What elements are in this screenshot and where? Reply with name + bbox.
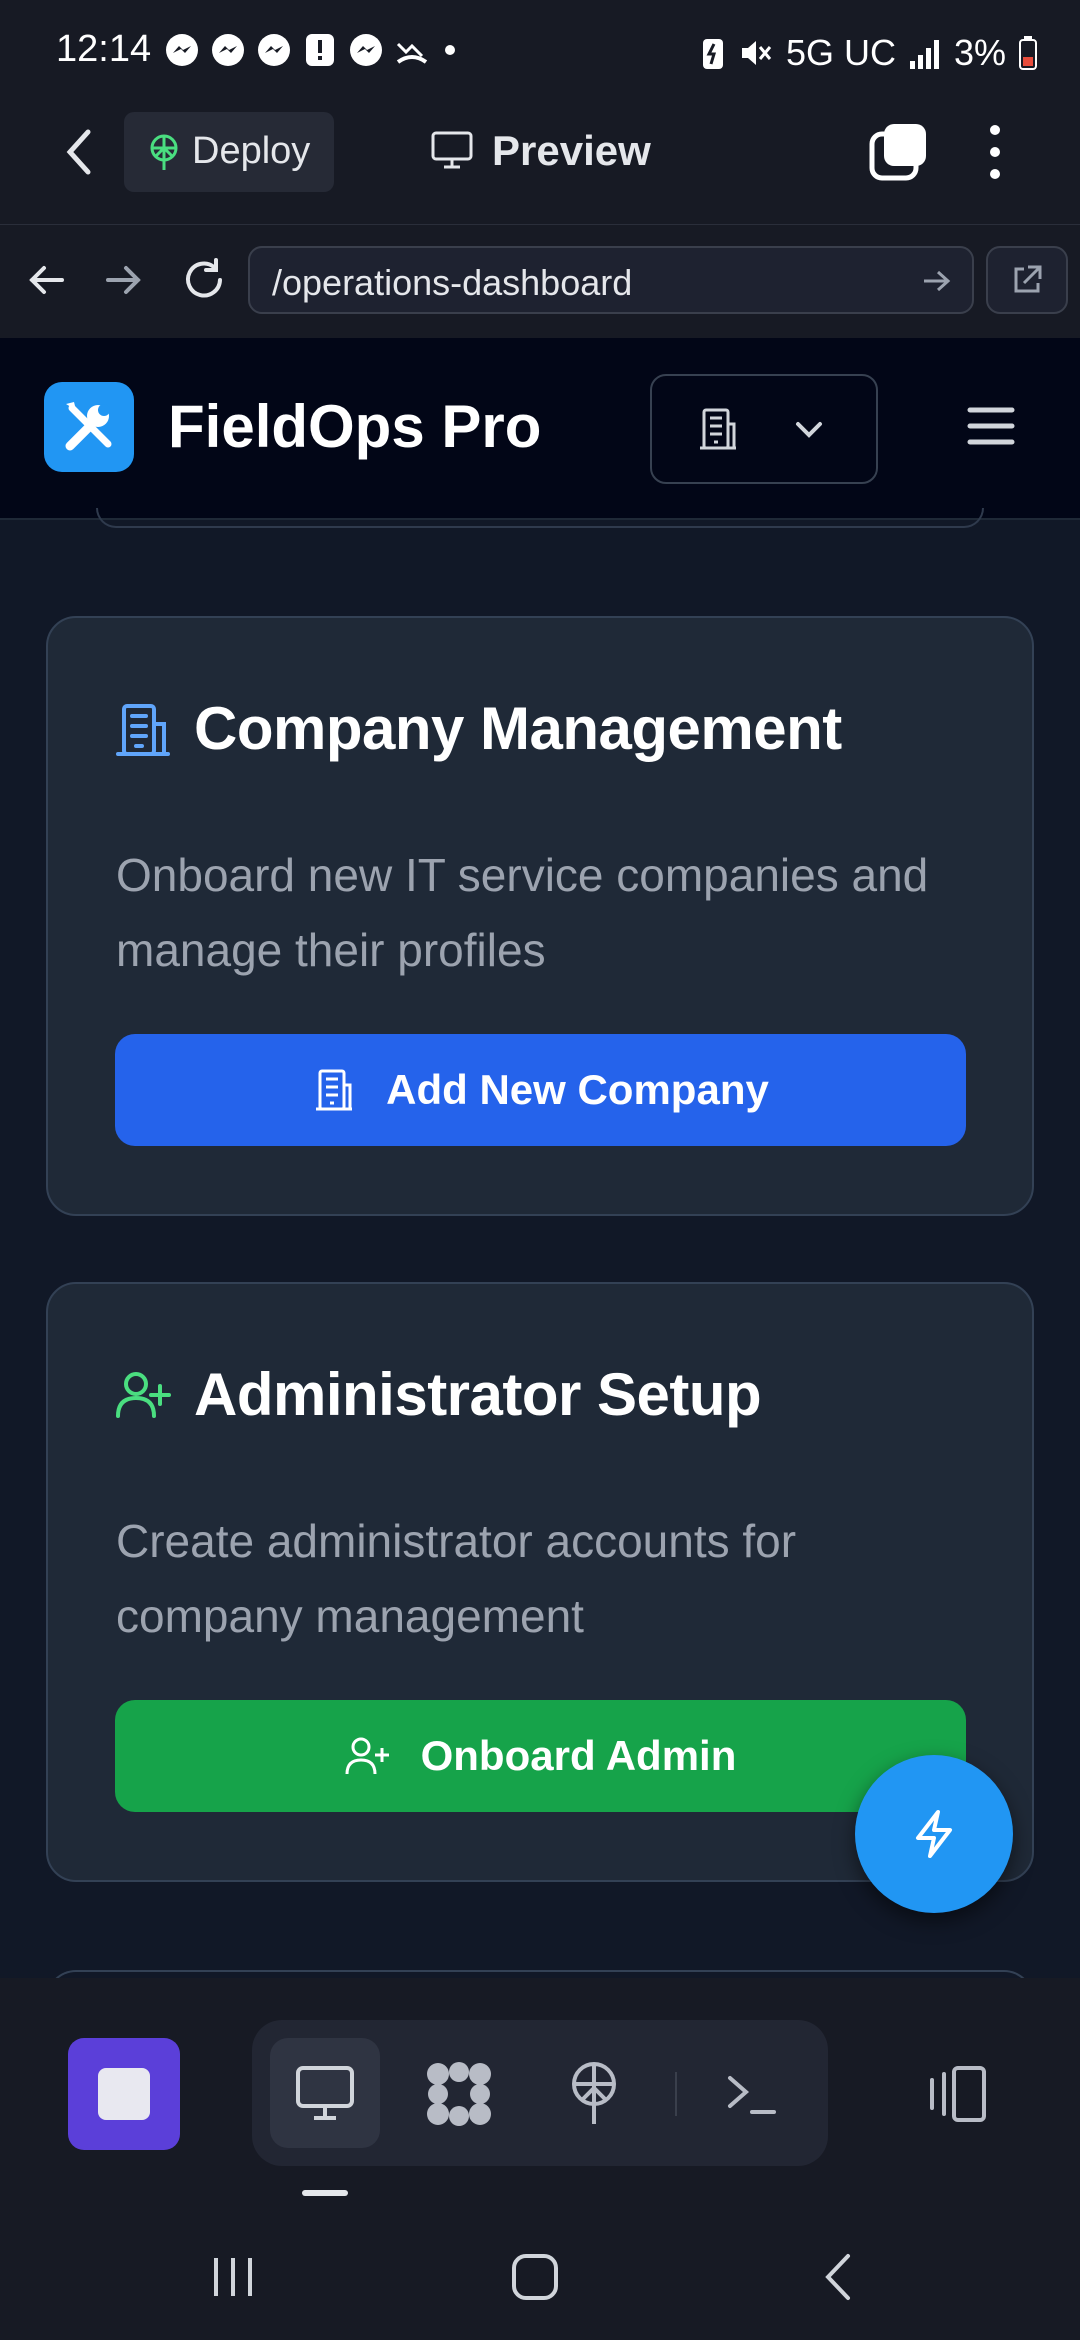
arrow-right-icon	[106, 266, 141, 294]
stop-icon	[98, 2068, 150, 2120]
system-icons: 5G UC 3%	[700, 32, 1038, 74]
deploy-tool-button[interactable]	[566, 2060, 622, 2128]
building-icon	[316, 1069, 353, 1111]
arrow-left-icon	[29, 266, 64, 294]
card-title: Administrator Setup	[194, 1361, 762, 1428]
reload-button[interactable]	[180, 256, 228, 304]
battery-saver-icon	[703, 39, 723, 69]
lightning-icon	[916, 1810, 952, 1858]
active-tab-indicator	[302, 2190, 348, 2196]
status-time: 12:14	[56, 28, 152, 70]
mute-icon	[742, 41, 772, 65]
alert-icon	[306, 34, 334, 66]
company-selector[interactable]	[650, 374, 878, 484]
onboard-admin-button[interactable]: Onboard Admin	[115, 1700, 966, 1812]
home-button[interactable]	[510, 2252, 560, 2302]
system-back-button[interactable]	[818, 2252, 858, 2302]
tabs-button[interactable]	[866, 120, 930, 184]
back-icon	[825, 2254, 850, 2300]
monitor-icon	[430, 130, 474, 170]
site-title: FieldOps Pro	[168, 393, 542, 460]
deploy-icon	[146, 132, 182, 172]
layout-toggle-button[interactable]	[922, 2064, 990, 2124]
messenger-icon	[212, 34, 244, 66]
browser-back-button[interactable]	[24, 258, 68, 302]
wrench-screwdriver-icon	[60, 398, 118, 456]
messenger-icon	[350, 34, 382, 66]
add-new-company-button[interactable]: Add New Company	[115, 1034, 966, 1146]
reload-icon	[186, 258, 222, 298]
hamburger-menu-button[interactable]	[966, 404, 1016, 448]
messenger-icon	[166, 34, 198, 66]
network-label: 5G UC	[786, 32, 897, 73]
button-label: Onboard Admin	[420, 1732, 737, 1779]
button-label: Add New Company	[386, 1066, 769, 1113]
agent-icon	[427, 2062, 491, 2126]
battery-icon	[1019, 36, 1038, 70]
browser-forward-button[interactable]	[102, 258, 146, 302]
more-vertical-icon	[990, 125, 1000, 179]
previous-card-edge	[96, 508, 984, 528]
battery-label: 3%	[954, 32, 1007, 73]
preview-tab[interactable]: Preview	[492, 127, 651, 175]
more-menu-button[interactable]	[980, 124, 1010, 180]
arrow-right-icon	[924, 270, 951, 292]
signal-icon	[910, 40, 940, 69]
card-description: Onboard new IT service companies and man…	[116, 849, 929, 976]
recents-icon	[214, 2258, 252, 2296]
back-button[interactable]	[56, 122, 104, 182]
external-link-icon	[1010, 263, 1044, 297]
tabs-icon	[869, 124, 926, 181]
messenger-icon	[258, 34, 290, 66]
card-title: Company Management	[194, 695, 842, 762]
card-description: Create administrator accounts for compan…	[116, 1515, 797, 1642]
dot-icon	[445, 45, 455, 55]
tool-divider	[675, 2072, 677, 2116]
deploy-label: Deploy	[192, 130, 311, 172]
recents-button[interactable]	[208, 2254, 258, 2300]
deploy-icon	[572, 2062, 616, 2124]
agent-tool-button[interactable]	[424, 2060, 494, 2128]
terminal-icon	[728, 2076, 776, 2114]
url-text: /operations-dashboard	[272, 262, 633, 303]
user-plus-icon	[345, 1737, 389, 1775]
user-plus-icon	[114, 1366, 172, 1424]
building-icon	[114, 700, 172, 760]
chevron-down-icon	[792, 414, 826, 444]
home-icon	[512, 2254, 558, 2300]
notification-icons	[164, 32, 460, 68]
go-button[interactable]	[920, 264, 954, 298]
missed-call-icon	[396, 42, 428, 64]
quick-action-button[interactable]	[855, 1755, 1013, 1913]
monitor-icon	[294, 2064, 356, 2122]
panels-icon	[930, 2066, 986, 2122]
shell-tool-button[interactable]	[724, 2070, 780, 2120]
menu-icon	[967, 407, 1015, 445]
building-icon	[696, 406, 740, 452]
chevron-left-icon	[66, 129, 91, 175]
